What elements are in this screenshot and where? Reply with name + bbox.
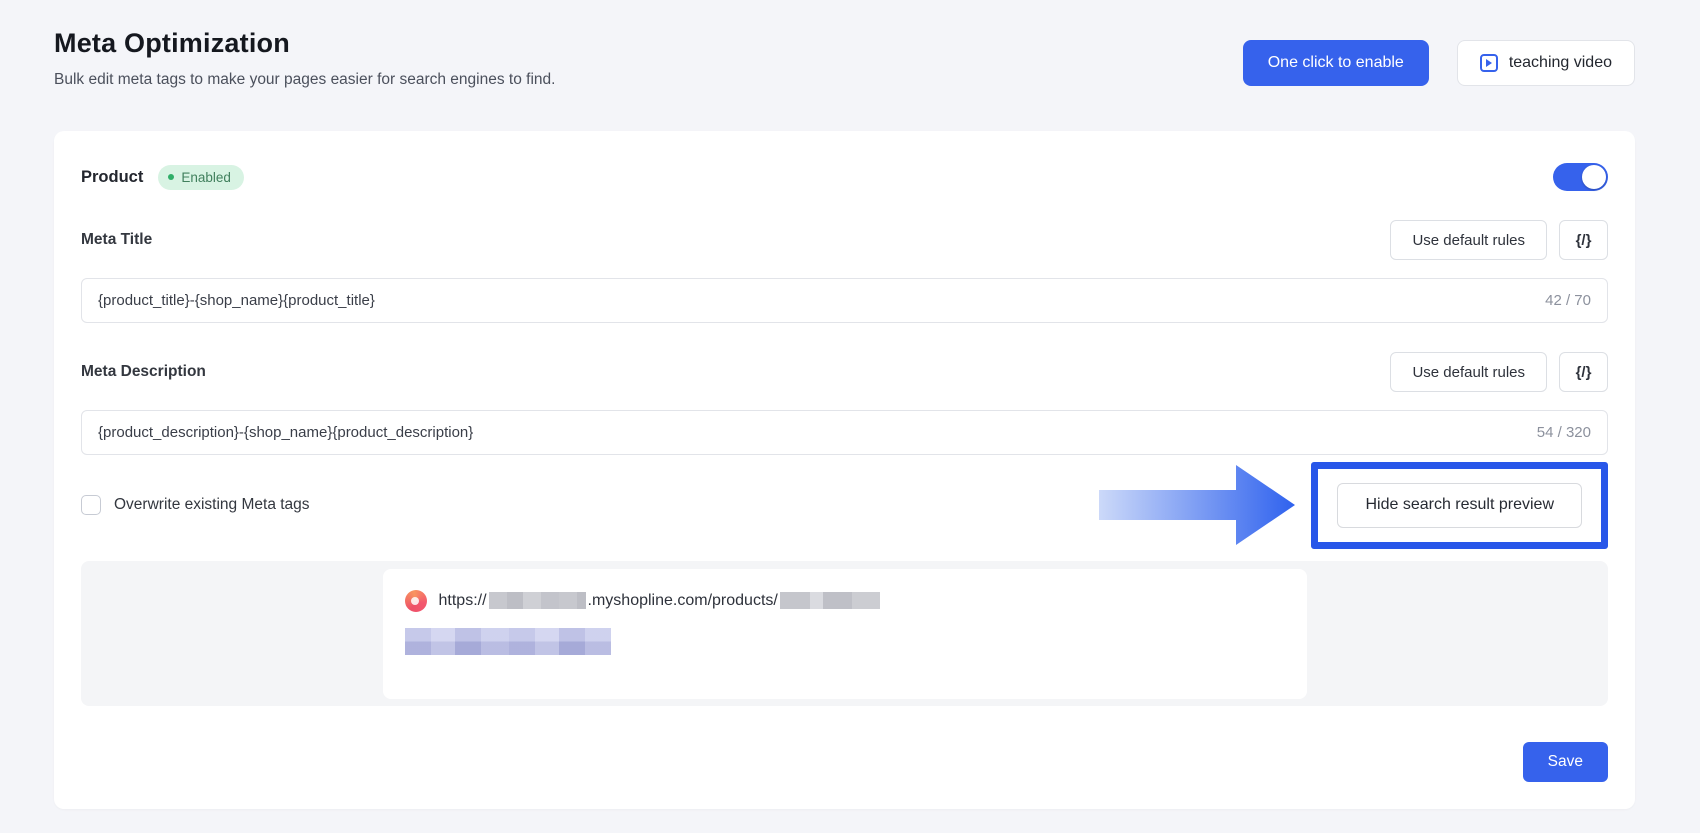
annotation-highlight-box: Hide search result preview (1311, 462, 1608, 549)
redacted-product-handle (780, 592, 880, 609)
page-title: Meta Optimization (54, 28, 555, 59)
preview-url: https:// .myshopline.com/products/ (439, 592, 882, 610)
meta-title-label: Meta Title (81, 231, 152, 249)
status-badge-label: Enabled (181, 170, 231, 185)
meta-description-label: Meta Description (81, 363, 206, 381)
header-actions: One click to enable teaching video (1243, 40, 1635, 86)
meta-title-insert-variable-button[interactable]: {/} (1559, 220, 1608, 260)
search-result-preview-card: https:// .myshopline.com/products/ (383, 569, 1307, 699)
meta-description-input[interactable]: {product_description}-{shop_name}{produc… (81, 410, 1608, 455)
meta-description-header: Meta Description Use default rules {/} (81, 352, 1608, 392)
overwrite-checkbox-label: Overwrite existing Meta tags (114, 496, 310, 514)
preview-url-row: https:// .myshopline.com/products/ (405, 590, 1285, 612)
meta-description-actions: Use default rules {/} (1390, 352, 1608, 392)
meta-description-value: {product_description}-{shop_name}{produc… (98, 424, 473, 441)
meta-description-char-counter: 54 / 320 (1537, 424, 1591, 441)
hide-search-result-preview-button[interactable]: Hide search result preview (1337, 483, 1582, 528)
page-header: Meta Optimization Bulk edit meta tags to… (0, 0, 1700, 89)
product-row: Product Enabled (81, 163, 1608, 191)
one-click-enable-button[interactable]: One click to enable (1243, 40, 1429, 86)
meta-title-header: Meta Title Use default rules {/} (81, 220, 1608, 260)
annotation-group: Hide search result preview (1099, 459, 1608, 551)
options-row: Overwrite existing Meta tags Hide search… (81, 459, 1608, 551)
save-row: Save (81, 742, 1608, 782)
redacted-shop-name (489, 592, 586, 609)
toggle-knob (1582, 165, 1606, 189)
meta-description-use-default-rules-button[interactable]: Use default rules (1390, 352, 1547, 392)
overwrite-checkbox-group[interactable]: Overwrite existing Meta tags (81, 495, 310, 515)
meta-settings-card: Product Enabled Meta Title Use default r… (54, 131, 1635, 809)
site-favicon-icon (405, 590, 427, 612)
url-domain: .myshopline.com/products/ (588, 592, 778, 610)
annotation-arrow-icon (1099, 459, 1295, 551)
meta-description-insert-variable-button[interactable]: {/} (1559, 352, 1608, 392)
meta-title-char-counter: 42 / 70 (1545, 292, 1591, 309)
play-video-icon (1480, 54, 1498, 72)
product-section-label: Product (81, 168, 143, 187)
teaching-video-label: teaching video (1509, 54, 1612, 72)
page-subtitle: Bulk edit meta tags to make your pages e… (54, 71, 555, 89)
product-enable-toggle[interactable] (1553, 163, 1608, 191)
meta-title-use-default-rules-button[interactable]: Use default rules (1390, 220, 1547, 260)
url-prefix: https:// (439, 592, 487, 610)
status-dot-icon (168, 174, 174, 180)
meta-title-actions: Use default rules {/} (1390, 220, 1608, 260)
search-result-preview-panel: https:// .myshopline.com/products/ (81, 561, 1608, 706)
page-header-text: Meta Optimization Bulk edit meta tags to… (54, 28, 555, 89)
redacted-preview-title (405, 628, 611, 655)
overwrite-checkbox[interactable] (81, 495, 101, 515)
status-badge: Enabled (158, 165, 244, 190)
save-button[interactable]: Save (1523, 742, 1608, 782)
meta-title-value: {product_title}-{shop_name}{product_titl… (98, 292, 375, 309)
meta-title-input[interactable]: {product_title}-{shop_name}{product_titl… (81, 278, 1608, 323)
teaching-video-button[interactable]: teaching video (1457, 40, 1635, 86)
